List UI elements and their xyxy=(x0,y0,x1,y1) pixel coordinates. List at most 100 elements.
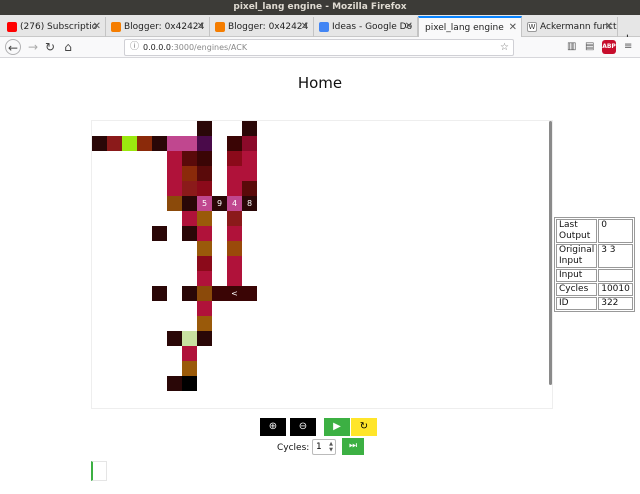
pixel-cell[interactable] xyxy=(197,121,212,136)
reload-icon[interactable]: ↻ xyxy=(42,39,58,55)
output-textarea[interactable] xyxy=(91,461,107,481)
pixel-cell[interactable] xyxy=(197,136,212,151)
pixel-cell[interactable] xyxy=(242,151,257,166)
pixel-cell[interactable]: 4 xyxy=(227,196,242,211)
pixel-cell[interactable] xyxy=(227,181,242,196)
pixel-cell[interactable] xyxy=(182,211,197,226)
zoom-out-icon: ⊖ xyxy=(298,421,308,432)
close-tab-icon[interactable]: ✕ xyxy=(509,18,517,37)
pixel-cell[interactable] xyxy=(212,286,227,301)
pixel-cell[interactable] xyxy=(227,256,242,271)
pixel-cell[interactable] xyxy=(197,286,212,301)
pixel-canvas[interactable]: 5 9 4 8 < xyxy=(92,121,552,408)
pixel-cell[interactable] xyxy=(152,286,167,301)
pixel-cell[interactable] xyxy=(197,331,212,346)
pixel-cell[interactable] xyxy=(197,226,212,241)
menu-icon[interactable]: ≡ xyxy=(624,39,632,55)
pixel-cell[interactable] xyxy=(227,136,242,151)
close-tab-icon[interactable]: ✕ xyxy=(301,17,309,37)
pixel-cell[interactable] xyxy=(167,376,182,391)
tab-pixel-lang[interactable]: pixel_lang engine ✕ xyxy=(418,16,522,37)
pixel-cell[interactable] xyxy=(197,256,212,271)
pixel-cell[interactable] xyxy=(182,331,197,346)
pixel-cell[interactable] xyxy=(182,181,197,196)
play-button[interactable]: ▶ xyxy=(324,418,350,436)
pixel-cell[interactable] xyxy=(197,151,212,166)
url-bar[interactable]: ⓘ 0.0.0.0:3000/engines/ACK ☆ xyxy=(124,39,514,56)
info-key: Cycles xyxy=(556,283,598,296)
close-tab-icon[interactable]: ✕ xyxy=(197,17,205,37)
forward-arrow-icon[interactable]: → xyxy=(25,39,41,55)
pixel-cell[interactable] xyxy=(152,226,167,241)
pixel-cell[interactable] xyxy=(92,136,107,151)
tab-google-docs[interactable]: Ideas - Google Do ✕ xyxy=(314,17,418,37)
reset-icon: ↻ xyxy=(359,421,369,432)
pixel-cell[interactable] xyxy=(242,181,257,196)
pixel-cell[interactable] xyxy=(227,151,242,166)
pixel-cell[interactable] xyxy=(197,211,212,226)
pixel-cell[interactable] xyxy=(167,196,182,211)
blogger-icon xyxy=(111,22,121,32)
pixel-cell[interactable] xyxy=(182,166,197,181)
pixel-cell-label: 9 xyxy=(216,199,223,208)
pixel-cell[interactable]: 9 xyxy=(212,196,227,211)
canvas-scrollbar[interactable] xyxy=(549,121,552,385)
spinner-arrows-icon[interactable]: ▲ ▼ xyxy=(329,441,333,453)
pixel-cell[interactable] xyxy=(167,181,182,196)
library-icon[interactable]: ▥ xyxy=(567,39,576,55)
pixel-cell[interactable] xyxy=(167,331,182,346)
pixel-cell[interactable] xyxy=(197,271,212,286)
tab-blogger-2[interactable]: Blogger: 0x42424 ✕ xyxy=(210,17,314,37)
pixel-cell[interactable] xyxy=(197,316,212,331)
back-arrow-icon[interactable]: ← xyxy=(5,39,21,55)
pixel-cell[interactable] xyxy=(167,151,182,166)
pixel-cell[interactable] xyxy=(242,166,257,181)
pixel-cell[interactable] xyxy=(182,361,197,376)
pixel-cell[interactable] xyxy=(122,136,137,151)
run-cycles-button[interactable]: ⏭ xyxy=(342,438,364,455)
tab-wikipedia[interactable]: W Ackermann functi ✕ xyxy=(522,17,618,37)
pixel-cell[interactable] xyxy=(182,196,197,211)
cycles-input[interactable]: 1 ▲ ▼ xyxy=(312,439,336,455)
tab-youtube[interactable]: (276) Subscriptio ✕ xyxy=(2,17,106,37)
pixel-cell[interactable] xyxy=(227,211,242,226)
home-icon[interactable]: ⌂ xyxy=(60,39,76,55)
adblock-icon[interactable]: ABP xyxy=(602,40,616,54)
close-tab-icon[interactable]: ✕ xyxy=(605,17,613,37)
pixel-cell[interactable] xyxy=(242,136,257,151)
pixel-cell[interactable] xyxy=(182,286,197,301)
pixel-cell[interactable] xyxy=(227,271,242,286)
pixel-cell[interactable] xyxy=(197,166,212,181)
pixel-cell[interactable] xyxy=(107,136,122,151)
pixel-cell[interactable] xyxy=(167,166,182,181)
pixel-cell[interactable] xyxy=(242,121,257,136)
tab-blogger-1[interactable]: Blogger: 0x42424 ✕ xyxy=(106,17,210,37)
pixel-cell[interactable] xyxy=(137,136,152,151)
pixel-cell[interactable]: < xyxy=(227,286,242,301)
pixel-cell[interactable] xyxy=(242,286,257,301)
sidebar-icon[interactable]: ▤ xyxy=(585,39,594,55)
pixel-cell[interactable] xyxy=(167,136,182,151)
pixel-cell[interactable] xyxy=(197,241,212,256)
pixel-cell[interactable] xyxy=(227,241,242,256)
pixel-cell[interactable] xyxy=(152,136,167,151)
info-row: Input xyxy=(556,269,633,282)
zoom-out-button[interactable]: ⊖ xyxy=(290,418,316,436)
pixel-cell[interactable] xyxy=(197,301,212,316)
pixel-cell[interactable] xyxy=(227,226,242,241)
pixel-cell[interactable] xyxy=(182,151,197,166)
pixel-cell[interactable] xyxy=(182,376,197,391)
reset-button[interactable]: ↻ xyxy=(351,418,377,436)
site-info-icon[interactable]: ⓘ xyxy=(130,40,139,55)
pixel-cell[interactable] xyxy=(227,166,242,181)
close-tab-icon[interactable]: ✕ xyxy=(93,17,101,37)
pixel-cell[interactable]: 8 xyxy=(242,196,257,211)
close-tab-icon[interactable]: ✕ xyxy=(405,17,413,37)
pixel-cell[interactable] xyxy=(197,181,212,196)
pixel-cell[interactable] xyxy=(182,136,197,151)
bookmark-star-icon[interactable]: ☆ xyxy=(500,40,509,55)
pixel-cell[interactable] xyxy=(182,346,197,361)
pixel-cell[interactable]: 5 xyxy=(197,196,212,211)
zoom-in-button[interactable]: ⊕ xyxy=(260,418,286,436)
pixel-cell[interactable] xyxy=(182,226,197,241)
